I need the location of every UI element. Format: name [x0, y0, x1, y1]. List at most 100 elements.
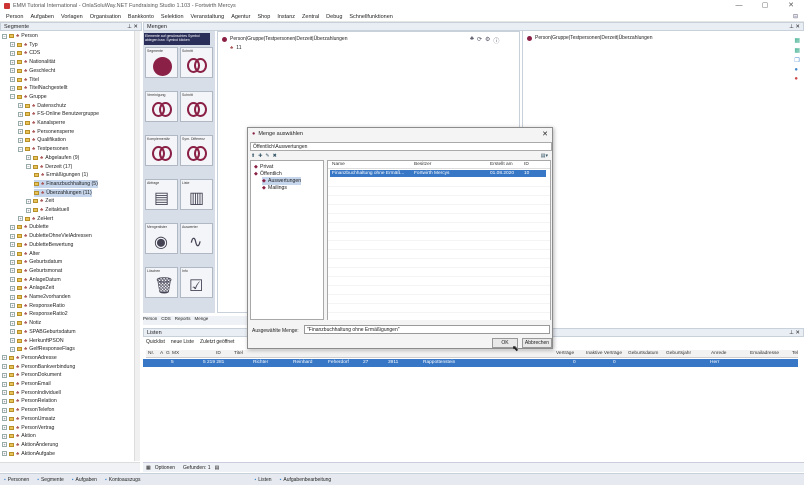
collapse-icon[interactable]: −: [26, 164, 31, 169]
tree-node[interactable]: + ♣ AktionÄnderung: [2, 441, 58, 449]
tree-node[interactable]: + ♣ FS-Online Benutzergruppe: [18, 110, 99, 118]
grid-icon[interactable]: ▦: [794, 47, 800, 54]
dialog-close-button[interactable]: ✕: [542, 130, 548, 138]
tree-node[interactable]: + ♣ Qualifikation: [18, 136, 66, 144]
column-header[interactable]: Geburtsdatum: [628, 351, 658, 356]
expand-icon[interactable]: +: [10, 85, 15, 91]
tile-7[interactable]: Liste ▥: [180, 179, 213, 210]
status-tab[interactable]: ▪ Aufgaben: [72, 477, 97, 483]
set-path-row-right[interactable]: Person|Gruppe|Testpersonen|Derzeit|Überz…: [527, 35, 653, 41]
tree-node[interactable]: − ♣ Gruppe: [10, 93, 47, 101]
mengen-tab-2[interactable]: Reports: [175, 316, 191, 325]
status-tab[interactable]: ▪ Listen: [254, 477, 271, 483]
expand-icon[interactable]: +: [10, 285, 15, 291]
menu-1[interactable]: Aufgaben: [30, 14, 54, 20]
edit-icon[interactable]: ✎: [265, 153, 269, 159]
tree-node[interactable]: − ♣ Derzeit (17): [26, 163, 72, 171]
expand-icon[interactable]: +: [10, 251, 15, 256]
dialog-path-field[interactable]: Öffentlich\Auswertungen: [250, 142, 552, 151]
up-icon[interactable]: ⬆: [251, 153, 255, 159]
new-icon[interactable]: ✚: [258, 153, 262, 159]
tree-node[interactable]: ♣ Ermäßigungen (1): [34, 171, 88, 179]
collapse-icon[interactable]: −: [18, 146, 23, 152]
grid-row-selected[interactable]: Finanzbuchhaltung ohne Ermäß... Fortwirth…: [330, 170, 546, 177]
menu-5[interactable]: Selektion: [161, 14, 184, 20]
expand-icon[interactable]: +: [18, 111, 23, 117]
copy-icon[interactable]: ❐: [794, 57, 800, 64]
expand-icon[interactable]: +: [10, 50, 15, 56]
expand-icon[interactable]: +: [18, 103, 23, 109]
tree-node[interactable]: + ♣ Personensperre: [18, 128, 74, 136]
tree-node[interactable]: + ♣ AnlageZeit: [10, 284, 54, 292]
menu-3[interactable]: Organisation: [90, 14, 121, 20]
column-header[interactable]: Anrede: [711, 351, 726, 356]
menu-expand-icon[interactable]: ⊟: [793, 13, 798, 20]
tree-node[interactable]: + ♣ Nationalität: [10, 58, 55, 66]
tree-node[interactable]: + ♣ AktionAufgabe: [2, 450, 55, 458]
tree-node[interactable]: + ♣ Alter: [10, 250, 40, 258]
tree-node[interactable]: + ♣ TitelNachgestellt: [10, 84, 67, 92]
collapse-icon[interactable]: −: [10, 94, 15, 100]
selected-set-field[interactable]: "Finanzbuchhaltung ohne Ermäßigungen": [304, 325, 550, 334]
maximize-button[interactable]: ▢: [752, 0, 778, 12]
tile-10[interactable]: Löschen 🗑: [145, 267, 178, 298]
expand-icon[interactable]: +: [2, 398, 7, 404]
globe-icon[interactable]: ●: [794, 67, 800, 73]
tree-node[interactable]: + ♣ SPABGeburtsdatum: [10, 328, 76, 336]
expand-icon[interactable]: +: [10, 346, 15, 352]
expand-icon[interactable]: +: [10, 42, 15, 48]
tree-node[interactable]: − ♣ Testpersonen: [18, 145, 68, 153]
column-header[interactable]: A: [160, 351, 163, 356]
set-path-row[interactable]: Person|Gruppe|Testpersonen|Derzeit|Überz…: [222, 36, 348, 42]
tree-node[interactable]: + ♣ PersonIndividuell: [2, 389, 61, 397]
minimize-button[interactable]: —: [726, 0, 752, 12]
column-header[interactable]: Verträge: [556, 351, 574, 356]
menu-7[interactable]: Agentur: [231, 14, 250, 20]
expand-icon[interactable]: +: [26, 155, 31, 161]
column-header[interactable]: Emailadresse: [750, 351, 779, 356]
mengen-tab-3[interactable]: Menge: [195, 316, 209, 325]
tree-node[interactable]: + ♣ PersonVertrag: [2, 424, 54, 432]
status-tab[interactable]: ▪ Aufgabenbearbeitung: [280, 477, 332, 483]
table-row[interactable]: 5 5 219 281 Richter Reinhard Feherdorf 27 3911…: [143, 359, 798, 367]
tree-node[interactable]: + ♣ CDS: [10, 49, 40, 57]
menu-11[interactable]: Debug: [326, 14, 342, 20]
column-header[interactable]: G: [166, 351, 170, 356]
list-tool-2[interactable]: Zuletzt geöffnet: [200, 339, 234, 345]
mengen-pin-close[interactable]: ⊥ ✕: [789, 24, 800, 30]
tile-0[interactable]: Segmente: [145, 47, 178, 78]
status-tab[interactable]: ▪ Kontoauszugs: [105, 477, 140, 483]
expand-icon[interactable]: +: [10, 68, 15, 74]
mengen-drop-area-right[interactable]: Person|Gruppe|Testpersonen|Derzeit|Überz…: [522, 31, 804, 313]
column-header[interactable]: Nr.: [148, 351, 154, 356]
tile-6[interactable]: Abfrage ▤: [145, 179, 178, 210]
expand-icon[interactable]: +: [2, 364, 7, 370]
delete-icon[interactable]: ✖: [273, 153, 277, 159]
expand-icon[interactable]: +: [10, 338, 15, 343]
status-tab[interactable]: ▪ Personen: [4, 477, 29, 483]
tree-node[interactable]: ♣ Finanzbuchhaltung (5): [34, 179, 98, 188]
status-tab[interactable]: ▪ Segmente: [37, 477, 64, 483]
column-header[interactable]: Geburtsjahr: [666, 351, 691, 356]
menu-6[interactable]: Veranstaltung: [191, 14, 225, 20]
segment-tree-scrollbar[interactable]: [134, 31, 140, 461]
tree-node[interactable]: + ♣ HerkunftPSON: [10, 337, 64, 345]
expand-icon[interactable]: +: [10, 311, 15, 317]
expand-icon[interactable]: +: [2, 381, 7, 387]
expand-icon[interactable]: +: [18, 216, 23, 222]
expand-icon[interactable]: +: [18, 137, 23, 143]
menu-2[interactable]: Vorlagen: [61, 14, 83, 20]
refresh-icon[interactable]: ⟳: [477, 36, 482, 45]
tree-node[interactable]: + ♣ Geburtsdatum: [10, 258, 62, 266]
expand-icon[interactable]: +: [26, 198, 31, 204]
grid-column-header[interactable]: Besitzer: [414, 162, 431, 167]
expand-icon[interactable]: +: [2, 355, 7, 361]
mengen-tab-0[interactable]: Person: [143, 316, 157, 325]
tree-node[interactable]: + ♣ Abgelaufen (9): [26, 154, 79, 162]
tree-node[interactable]: + ♣ PersonAdresse: [2, 354, 57, 362]
grid-column-header[interactable]: Erstellt am: [490, 162, 513, 167]
settings-icon[interactable]: ⚙: [485, 36, 490, 45]
tree-node[interactable]: + ♣ Typ: [10, 41, 38, 49]
tree-node[interactable]: + ♣ PersonRelation: [2, 397, 57, 405]
tree-node[interactable]: + ♣ PersonTelefon: [2, 406, 54, 414]
